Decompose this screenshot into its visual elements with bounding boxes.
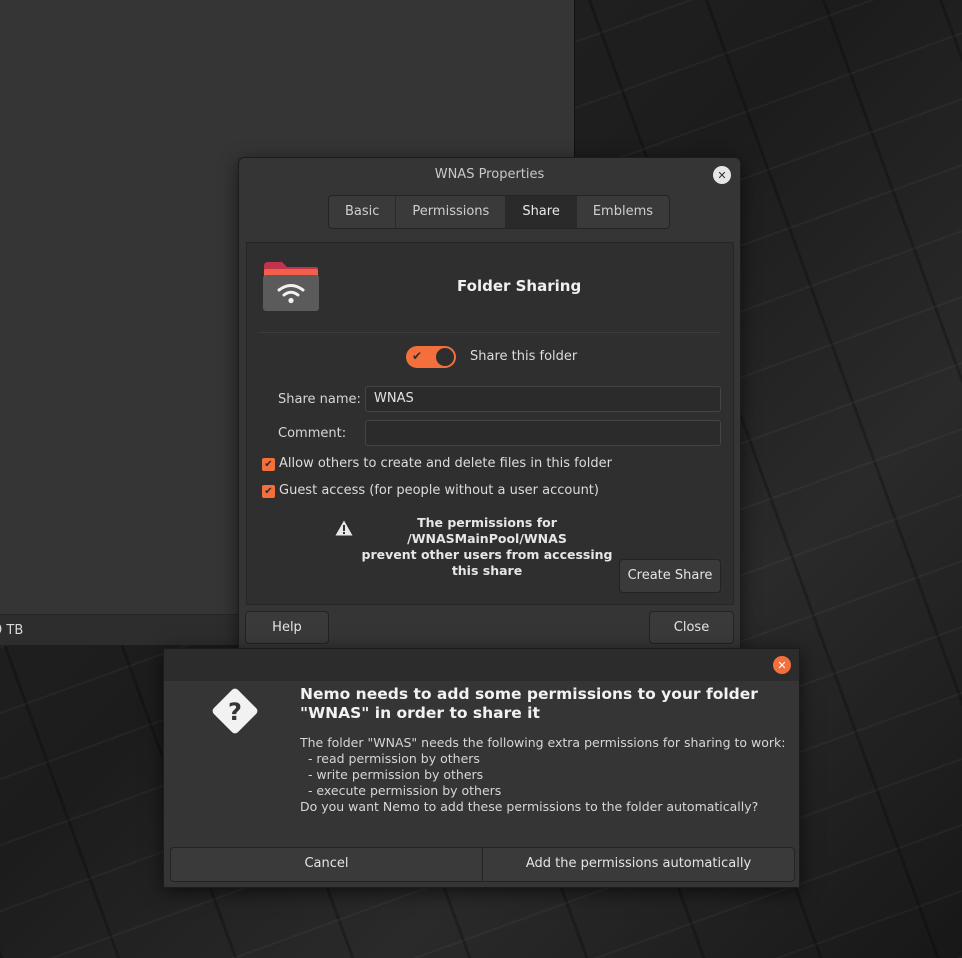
body-line: - read permission by others [300,751,480,766]
warning-icon [335,520,353,536]
checkmark-icon: ✔ [412,349,423,363]
comment-label: Comment: [278,426,347,441]
question-body: The folder "WNAS" needs the following ex… [300,735,786,815]
permissions-question-dialog: ✕ ? Nemo needs to add some permissions t… [163,648,800,888]
share-name-input[interactable]: WNAS [365,386,721,412]
share-toggle-label: Share this folder [470,349,578,364]
allow-others-checkbox[interactable]: ✔ [262,458,275,471]
body-line: Do you want Nemo to add these permission… [300,799,759,814]
warning-line-2: prevent other users from accessing this … [361,547,613,578]
share-panel: Folder Sharing ✔ Share this folder Share… [246,242,734,605]
share-toggle[interactable]: ✔ [406,346,456,368]
warning-line-1: The permissions for /WNASMainPool/WNAS [407,515,567,546]
guest-access-label: Guest access (for people without a user … [279,483,599,498]
dialog-button-row: Cancel Add the permissions automatically [170,847,795,882]
question-heading: Nemo needs to add some permissions to yo… [300,685,758,722]
dialog-header [164,649,799,681]
body-line: - write permission by others [300,767,484,782]
tab-basic[interactable]: Basic [329,196,397,228]
body-line: The folder "WNAS" needs the following ex… [300,735,786,750]
guest-access-checkbox[interactable]: ✔ [262,485,275,498]
status-text: 9 TB [0,623,24,638]
comment-input[interactable] [365,420,721,446]
tab-emblems[interactable]: Emblems [577,196,669,228]
tab-share[interactable]: Share [506,196,577,228]
warning-message: The permissions for /WNASMainPool/WNAS p… [357,515,617,579]
help-button[interactable]: Help [245,611,329,644]
tab-bar: Basic Permissions Share Emblems [328,195,671,229]
question-icon: ? [212,688,258,734]
add-permissions-button[interactable]: Add the permissions automatically [483,848,794,881]
svg-text:?: ? [228,698,242,726]
dialog-title: WNAS Properties [434,167,545,182]
close-button[interactable]: Close [649,611,734,644]
share-name-label: Share name: [278,392,361,407]
divider [259,332,721,333]
folder-remote-icon [263,262,319,311]
panel-title: Folder Sharing [457,277,582,295]
create-share-button[interactable]: Create Share [619,559,721,593]
toggle-knob [436,348,454,366]
body-line: - execute permission by others [300,783,502,798]
properties-dialog: WNAS Properties ✕ Basic Permissions Shar… [238,157,741,649]
close-icon[interactable]: ✕ [713,166,731,184]
tab-permissions[interactable]: Permissions [396,196,507,228]
allow-others-label: Allow others to create and delete files … [279,456,612,471]
close-icon[interactable]: ✕ [773,656,791,674]
cancel-button[interactable]: Cancel [171,848,483,881]
